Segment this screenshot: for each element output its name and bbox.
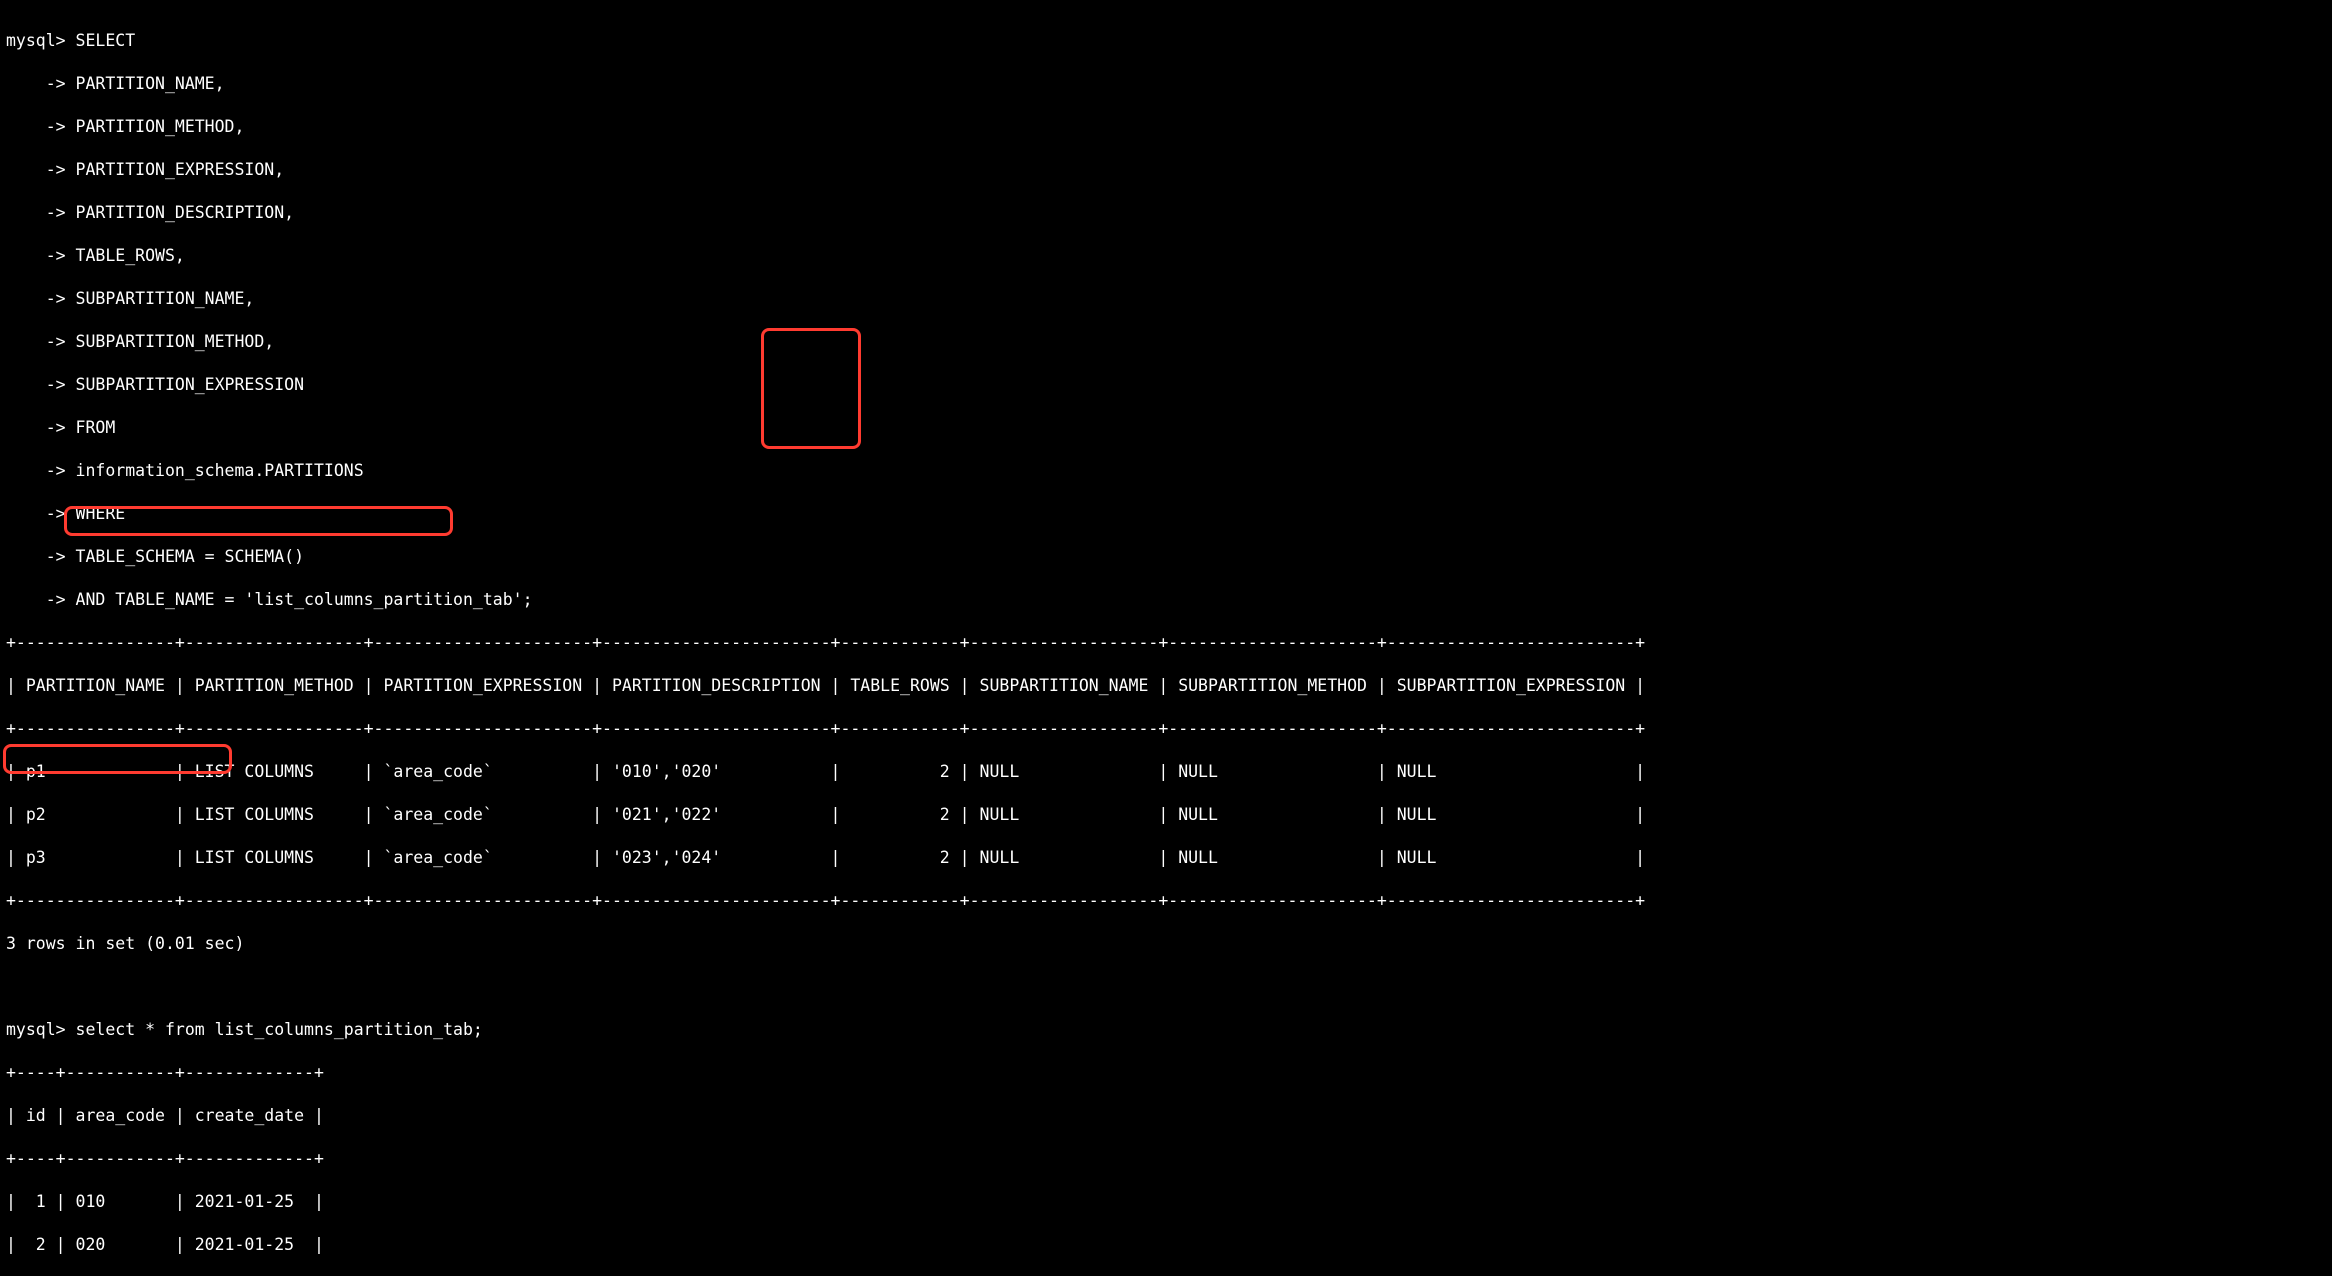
mysql-prompt: mysql> [6, 1020, 66, 1039]
cont-prompt: -> [6, 590, 66, 609]
query1-line: -> AND TABLE_NAME = 'list_columns_partit… [6, 589, 2326, 611]
cont-prompt: -> [6, 117, 66, 136]
cont-prompt: -> [6, 461, 66, 480]
query1-line: -> TABLE_SCHEMA = SCHEMA() [6, 546, 2326, 568]
cont-prompt: -> [6, 418, 66, 437]
cont-prompt: -> [6, 332, 66, 351]
table2-row: | 2 | 020 | 2021-01-25 | [6, 1234, 2326, 1256]
blank-line [6, 976, 2326, 998]
query1-line: -> PARTITION_EXPRESSION, [6, 159, 2326, 181]
cont-prompt: -> [6, 289, 66, 308]
table1-border: +----------------+------------------+---… [6, 632, 2326, 654]
cont-prompt: -> [6, 246, 66, 265]
query1-line: -> PARTITION_DESCRIPTION, [6, 202, 2326, 224]
query1-line: mysql> SELECT [6, 30, 2326, 52]
table1-row: | p2 | LIST COLUMNS | `area_code` | '021… [6, 804, 2326, 826]
table1-header: | PARTITION_NAME | PARTITION_METHOD | PA… [6, 675, 2326, 697]
query1-line: -> TABLE_ROWS, [6, 245, 2326, 267]
query1-line: -> FROM [6, 417, 2326, 439]
table2-header: | id | area_code | create_date | [6, 1105, 2326, 1127]
cont-prompt: -> [6, 74, 66, 93]
cont-prompt: -> [6, 160, 66, 179]
query1-line: -> SUBPARTITION_EXPRESSION [6, 374, 2326, 396]
table2-border: +----+-----------+-------------+ [6, 1062, 2326, 1084]
query1-line: -> information_schema.PARTITIONS [6, 460, 2326, 482]
query1-line: -> WHERE [6, 503, 2326, 525]
cont-prompt: -> [6, 203, 66, 222]
table1-border: +----------------+------------------+---… [6, 718, 2326, 740]
table2-border: +----+-----------+-------------+ [6, 1148, 2326, 1170]
query2-line: mysql> select * from list_columns_partit… [6, 1019, 2326, 1041]
query1-line: -> PARTITION_NAME, [6, 73, 2326, 95]
table1-status: 3 rows in set (0.01 sec) [6, 933, 2326, 955]
terminal-output[interactable]: mysql> SELECT -> PARTITION_NAME, -> PART… [0, 0, 2332, 1276]
query1-line: -> PARTITION_METHOD, [6, 116, 2326, 138]
cont-prompt: -> [6, 375, 66, 394]
cont-prompt: -> [6, 547, 66, 566]
table1-row: | p3 | LIST COLUMNS | `area_code` | '023… [6, 847, 2326, 869]
cont-prompt: -> [6, 504, 66, 523]
query1-line: -> SUBPARTITION_METHOD, [6, 331, 2326, 353]
table1-border: +----------------+------------------+---… [6, 890, 2326, 912]
table2-row: | 1 | 010 | 2021-01-25 | [6, 1191, 2326, 1213]
table1-row: | p1 | LIST COLUMNS | `area_code` | '010… [6, 761, 2326, 783]
query1-line: -> SUBPARTITION_NAME, [6, 288, 2326, 310]
mysql-prompt: mysql> [6, 31, 66, 50]
